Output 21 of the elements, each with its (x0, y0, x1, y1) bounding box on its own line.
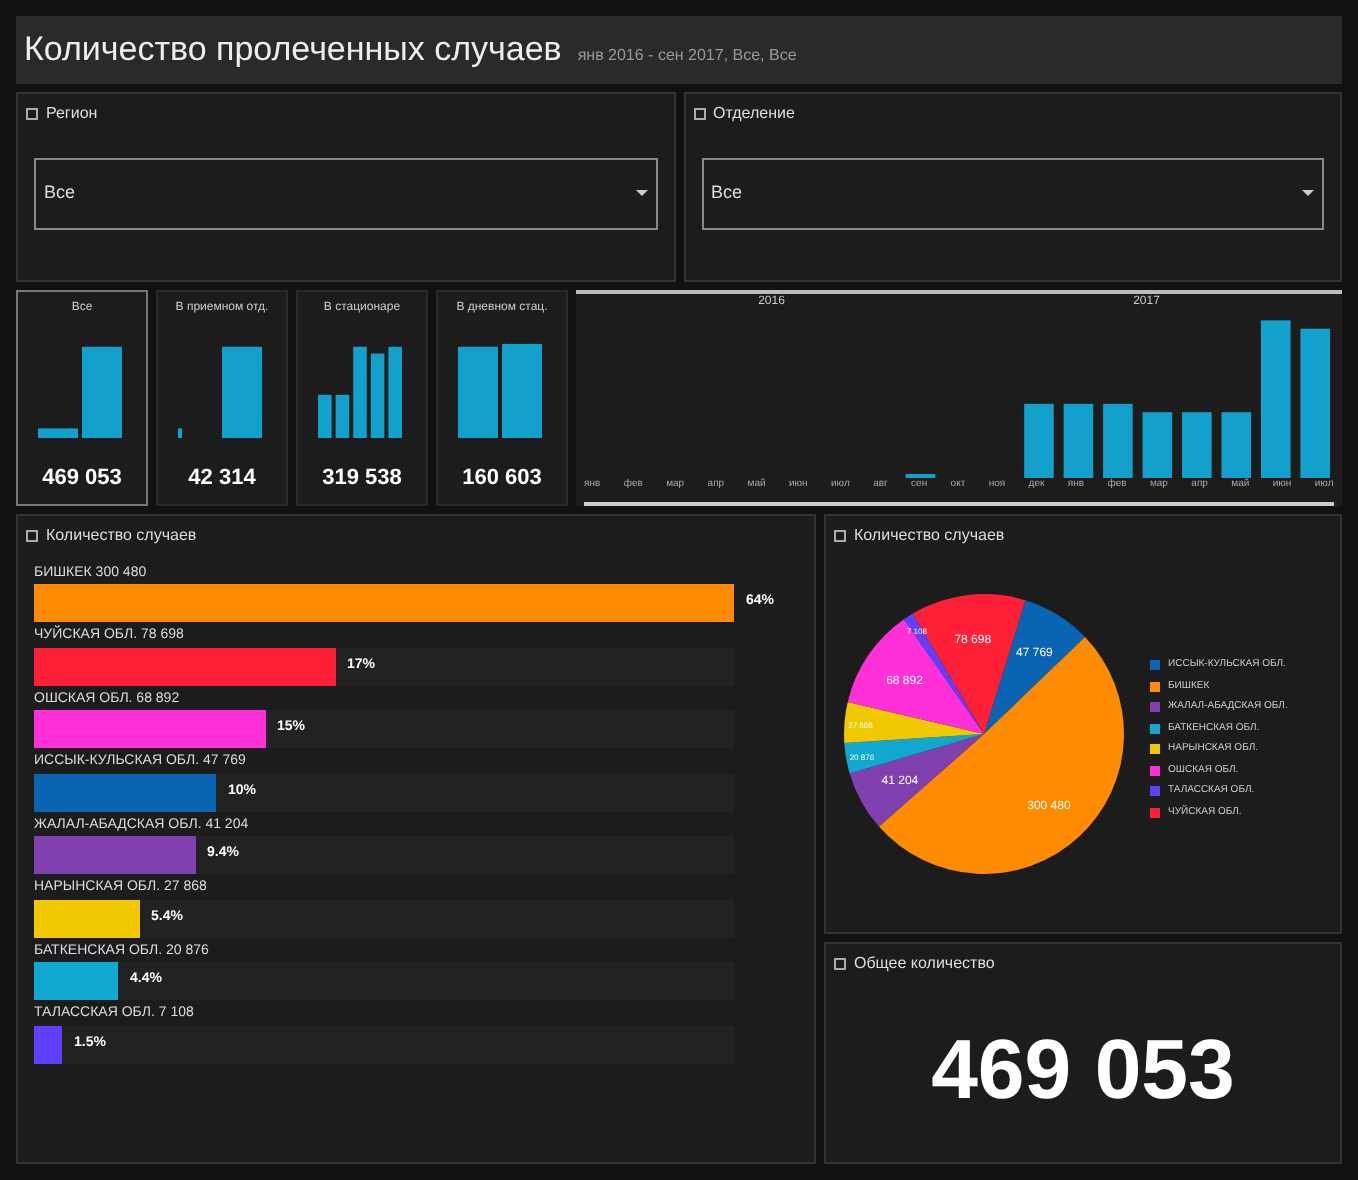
panel-title: Регион (46, 101, 98, 125)
checkbox-icon (834, 957, 846, 969)
filter-dropdown[interactable]: Все (34, 157, 657, 229)
filter-dropdown[interactable]: Все (701, 157, 1324, 229)
panel-title: Количество случаев (854, 523, 1005, 547)
dashboard-subtitle: янв 2016 - сен 2017, Все, Все (577, 43, 797, 67)
checkbox-icon (693, 107, 705, 119)
kpi-value: 160 603 (462, 464, 542, 494)
kpi-value: 319 538 (322, 464, 402, 494)
caret-icon (1302, 190, 1314, 196)
panel-title: Отделение (713, 101, 795, 125)
kpi-value: 469 053 (42, 464, 122, 494)
panel-title: Количество случаев (46, 523, 197, 547)
checkbox-icon (834, 529, 846, 541)
panel-title: Общее количество (854, 951, 995, 975)
checkbox-icon (26, 529, 38, 541)
dashboard-title: Количество пролеченных случаев (24, 28, 562, 72)
total-value: 469 053 (931, 1019, 1235, 1120)
caret-icon (635, 190, 647, 196)
checkbox-icon (26, 107, 38, 119)
kpi-value: 42 314 (188, 464, 256, 494)
